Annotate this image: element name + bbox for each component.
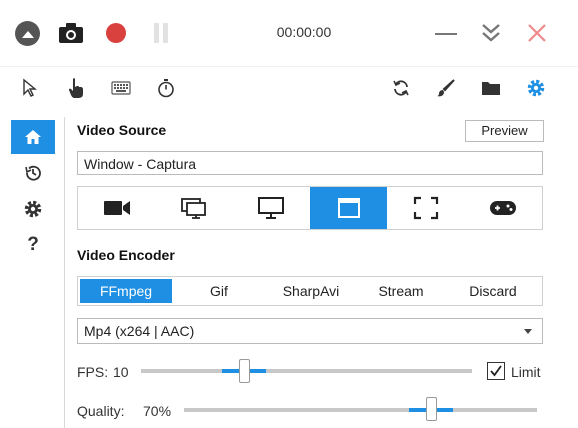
source-game-button[interactable] <box>465 187 542 229</box>
limit-fps-checkbox[interactable] <box>487 362 505 380</box>
record-icon <box>106 23 126 43</box>
content-divider <box>64 117 65 428</box>
tab-gif[interactable]: Gif <box>172 279 266 303</box>
gamepad-icon <box>490 201 517 215</box>
encoder-tab-bar: FFmpeg Gif SharpAvi Stream Discard <box>77 276 543 306</box>
close-button[interactable] <box>526 22 548 44</box>
hand-pointer-icon <box>68 78 83 98</box>
screenshot-button[interactable] <box>57 20 85 46</box>
cursor-icon <box>23 78 37 97</box>
annotate-button[interactable] <box>433 75 459 101</box>
expand-button[interactable] <box>480 21 502 45</box>
settings-button[interactable] <box>523 75 549 101</box>
tab-discard[interactable]: Discard <box>446 279 540 303</box>
sidebar-item-settings[interactable] <box>11 192 55 226</box>
source-webcam-button[interactable] <box>78 187 155 229</box>
record-button[interactable] <box>104 21 128 45</box>
folder-icon <box>482 82 500 95</box>
video-camera-icon <box>103 201 130 215</box>
source-screen-button[interactable] <box>233 187 310 229</box>
limit-fps-label: Limit <box>511 364 541 380</box>
pause-icon <box>154 23 168 43</box>
mouse-clicks-toggle[interactable] <box>63 75 89 101</box>
pause-button[interactable] <box>150 21 172 45</box>
video-source-type-bar <box>77 186 543 230</box>
fps-slider-thumb[interactable] <box>238 359 250 383</box>
sidebar-item-home[interactable] <box>11 120 55 154</box>
source-screens-button[interactable] <box>155 187 232 229</box>
close-icon <box>528 24 546 42</box>
gear-icon <box>24 200 42 218</box>
monitor-icon <box>258 197 285 219</box>
home-icon <box>25 130 41 144</box>
window-icon <box>337 198 360 218</box>
output-format-select[interactable]: Mp4 (x264 | AAC) <box>77 318 543 344</box>
open-output-folder-button[interactable] <box>478 75 504 101</box>
tab-sharpavi[interactable]: SharpAvi <box>266 279 356 303</box>
brush-icon <box>437 79 455 97</box>
history-icon <box>25 165 41 181</box>
preview-button[interactable]: Preview <box>465 120 544 142</box>
mouse-cursor-toggle[interactable] <box>17 75 43 101</box>
video-encoder-title: Video Encoder <box>77 247 175 263</box>
keystrokes-toggle[interactable] <box>108 75 134 101</box>
tab-ffmpeg[interactable]: FFmpeg <box>80 279 172 303</box>
help-icon: ? <box>27 234 39 255</box>
chevron-down-icon <box>524 329 532 334</box>
sidebar-item-help[interactable]: ? <box>11 228 55 262</box>
double-chevron-down-icon <box>482 24 500 42</box>
stopwatch-icon <box>158 79 174 98</box>
tab-stream[interactable]: Stream <box>356 279 446 303</box>
fps-value: 10 <box>113 364 129 380</box>
minimize-icon <box>435 33 457 35</box>
sidebar-item-history[interactable] <box>11 156 55 190</box>
fps-label: FPS: <box>77 364 109 380</box>
quality-value: 70% <box>143 403 172 419</box>
collapse-button[interactable] <box>15 21 40 46</box>
refresh-button[interactable] <box>388 75 414 101</box>
video-source-display[interactable]: Window - Captura <box>77 151 543 175</box>
gear-icon <box>527 79 545 97</box>
keyboard-icon <box>111 81 131 95</box>
refresh-icon <box>393 80 409 96</box>
fullscreen-region-icon <box>413 196 439 220</box>
recording-timer: 00:00:00 <box>276 24 332 40</box>
checkmark-icon <box>490 365 502 377</box>
minimize-button[interactable] <box>434 24 458 44</box>
video-source-title: Video Source <box>77 122 167 138</box>
camera-icon <box>59 23 83 43</box>
timer-toggle[interactable] <box>153 75 179 101</box>
quality-label: Quality: <box>77 403 125 419</box>
source-region-button[interactable] <box>387 187 464 229</box>
screens-icon <box>181 198 206 219</box>
chevron-up-circle-icon <box>21 30 34 38</box>
output-format-value: Mp4 (x264 | AAC) <box>84 323 195 339</box>
quality-slider-thumb[interactable] <box>426 397 438 421</box>
fps-slider-track[interactable] <box>141 369 472 373</box>
quality-slider-track[interactable] <box>184 408 537 412</box>
source-window-button[interactable] <box>309 187 388 229</box>
